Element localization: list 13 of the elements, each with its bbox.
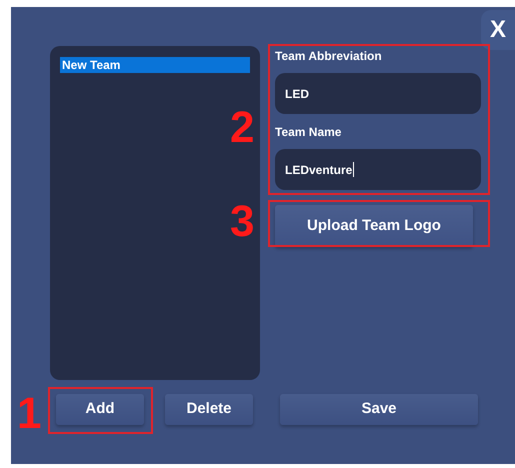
- annotation-number: 1: [17, 392, 42, 436]
- field-label: Team Name: [275, 124, 342, 140]
- list-item[interactable]: New Team: [60, 57, 250, 73]
- save-button[interactable]: Save: [280, 394, 478, 425]
- input-field[interactable]: LED: [275, 73, 481, 114]
- annotation-number: 2: [230, 106, 254, 150]
- action-button[interactable]: Add: [56, 394, 144, 425]
- field-label: Team Abbreviation: [275, 48, 383, 64]
- input-field[interactable]: LEDventure: [275, 149, 481, 190]
- close-button[interactable]: X: [481, 10, 515, 50]
- upload-button[interactable]: Upload Team Logo: [275, 205, 473, 247]
- annotation-number: 3: [230, 200, 254, 244]
- action-button[interactable]: Delete: [165, 394, 253, 425]
